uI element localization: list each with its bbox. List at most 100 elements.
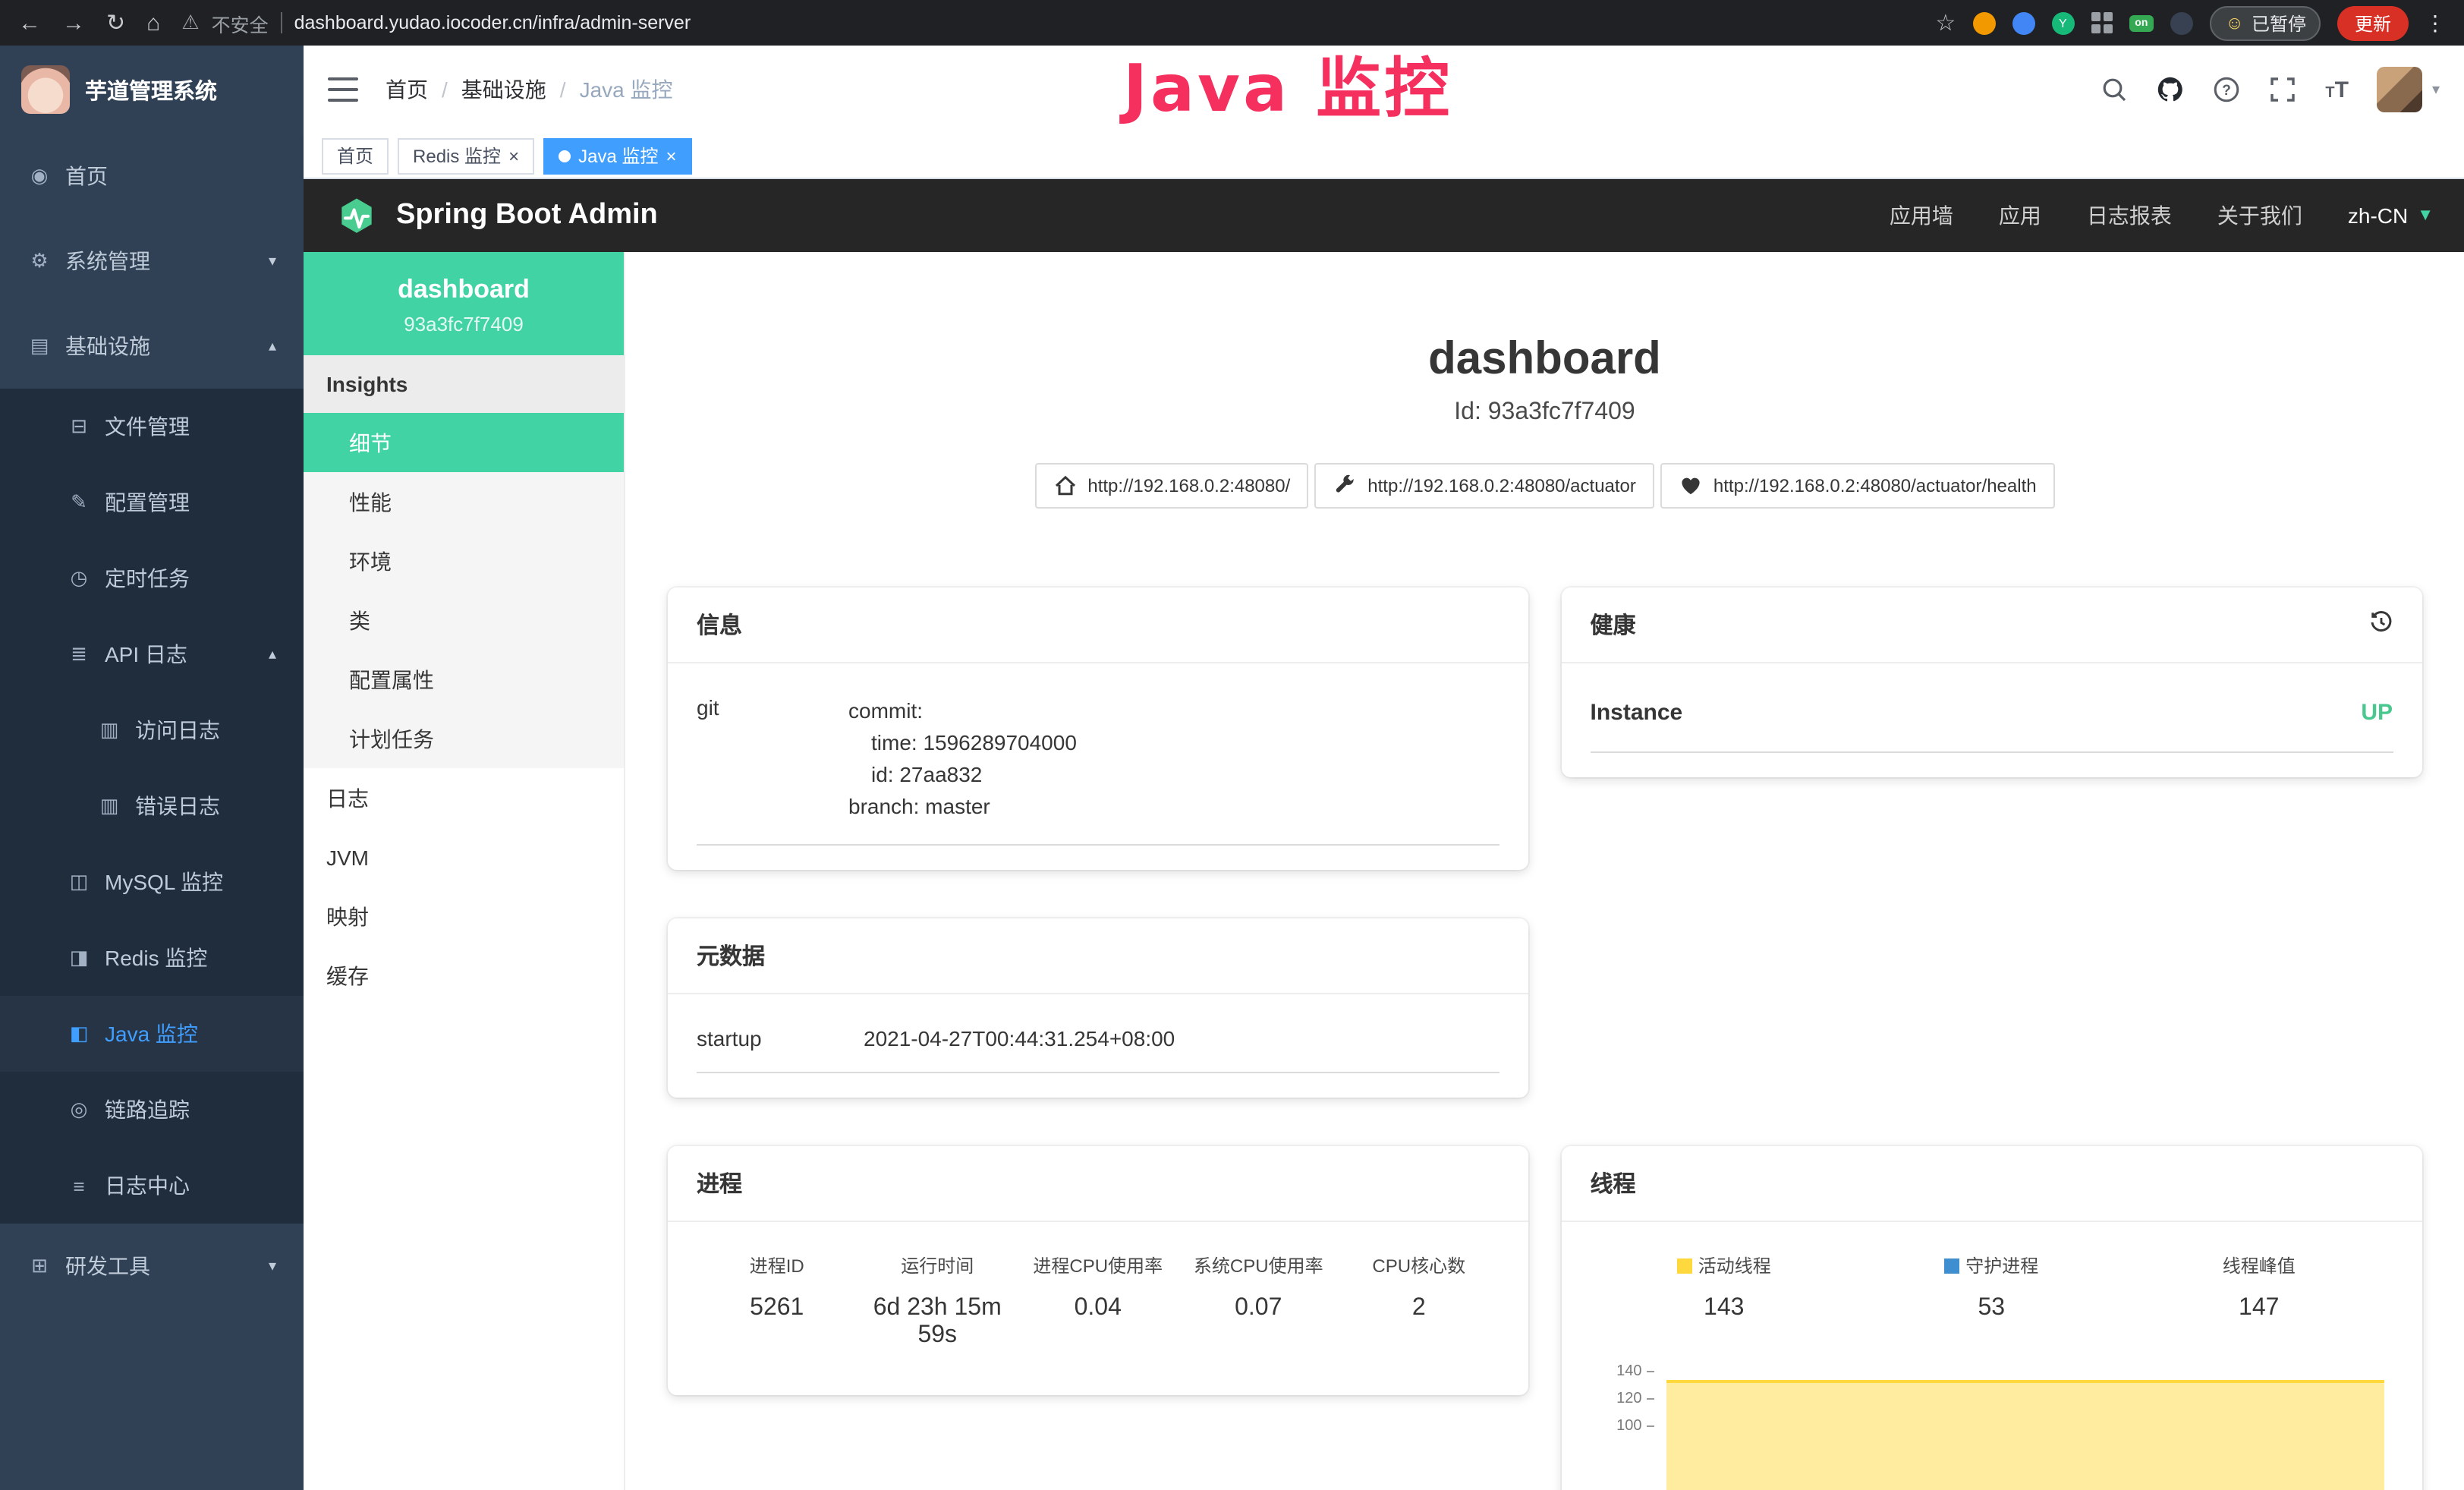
- sidebar-item-java-monitor[interactable]: ◧ Java 监控: [0, 996, 304, 1072]
- sidebar-item-jobs[interactable]: ◷ 定时任务: [0, 540, 304, 616]
- sidebar-item-home[interactable]: ◉ 首页: [0, 134, 304, 219]
- tab-home[interactable]: 首页: [322, 137, 389, 174]
- sidebar-item-api-logs[interactable]: ≣ API 日志 ▴: [0, 616, 304, 692]
- metadata-startup-row: startup 2021-04-27T00:44:31.254+08:00: [697, 1006, 1499, 1073]
- service-url-chip[interactable]: http://192.168.0.2:48080/: [1034, 463, 1308, 509]
- home-icon[interactable]: ⌂: [146, 11, 160, 34]
- sba-item-environment[interactable]: 环境: [304, 531, 624, 591]
- tab-java-monitor[interactable]: Java 监控 ×: [543, 137, 691, 174]
- sba-brand-label: Spring Boot Admin: [396, 199, 658, 232]
- legend-value: 53: [1858, 1295, 2126, 1322]
- stat-label: 运行时间: [858, 1252, 1018, 1278]
- locale-select[interactable]: zh-CN ▼: [2348, 203, 2434, 228]
- bookmark-star-icon[interactable]: ☆: [1935, 9, 1956, 36]
- sba-item-config-props[interactable]: 配置属性: [304, 650, 624, 709]
- profile-chip[interactable]: ☺ 已暂停: [2210, 5, 2321, 40]
- font-size-icon[interactable]: TT: [2325, 77, 2349, 102]
- threads-card-title: 线程: [1562, 1146, 2422, 1222]
- fullscreen-icon[interactable]: [2269, 76, 2296, 103]
- history-icon[interactable]: [2368, 610, 2393, 640]
- screen: ← → ↻ ⌂ ⚠ 不安全 dashboard.yudao.iocoder.cn…: [0, 0, 2464, 1490]
- stat-label: CPU核心数: [1339, 1252, 1499, 1278]
- sba-item-metrics[interactable]: 性能: [304, 472, 624, 531]
- sba-app-header[interactable]: dashboard 93a3fc7f7409: [304, 252, 624, 355]
- extension-icon[interactable]: [1972, 11, 1995, 34]
- search-icon[interactable]: [2101, 76, 2128, 103]
- security-label: 不安全: [212, 8, 269, 37]
- database-icon: ◫: [67, 870, 91, 894]
- close-icon[interactable]: ×: [666, 146, 676, 165]
- sba-item-beans[interactable]: 类: [304, 591, 624, 650]
- sba-main: dashboard Id: 93a3fc7f7409 http://192.16…: [625, 252, 2464, 1490]
- sidebar-item-config[interactable]: ✎ 配置管理: [0, 465, 304, 540]
- tab-label: 首页: [337, 143, 373, 169]
- sba-brand[interactable]: Spring Boot Admin: [334, 193, 658, 238]
- sba-item-jvm[interactable]: JVM: [304, 827, 624, 887]
- back-icon[interactable]: ←: [18, 11, 41, 34]
- sba-nav-about[interactable]: 关于我们: [2217, 200, 2302, 231]
- legend-label: 线程峰值: [2223, 1252, 2296, 1278]
- health-url-chip[interactable]: http://192.168.0.2:48080/actuator/health: [1660, 463, 2055, 509]
- sidebar-item-files[interactable]: ⊟ 文件管理: [0, 389, 304, 465]
- sidebar-item-dev-tools[interactable]: ⊞ 研发工具 ▾: [0, 1224, 304, 1309]
- clock-icon: ◷: [67, 566, 91, 591]
- breadcrumb-separator: /: [442, 77, 448, 102]
- sidebar-item-infra[interactable]: ▤ 基础设施 ▴: [0, 304, 304, 389]
- sba-group-insights[interactable]: Insights: [304, 355, 624, 413]
- github-icon[interactable]: [2157, 76, 2184, 103]
- sba-item-mappings[interactable]: 映射: [304, 887, 624, 946]
- browser-menu-icon[interactable]: ⋮: [2425, 10, 2446, 36]
- close-icon[interactable]: ×: [508, 146, 519, 165]
- forward-icon[interactable]: →: [62, 11, 85, 34]
- sba-item-logs[interactable]: 日志: [304, 768, 624, 827]
- topbar: 首页 / 基础设施 / Java 监控 ? TT ▾: [304, 46, 2464, 134]
- instance-title: dashboard: [668, 334, 2422, 386]
- list-icon: ≡: [67, 1174, 91, 1197]
- sidebar-item-log-center[interactable]: ≡ 日志中心: [0, 1148, 304, 1224]
- sba-item-details[interactable]: 细节: [304, 413, 624, 472]
- user-menu[interactable]: ▾: [2377, 67, 2440, 112]
- caret-down-icon: ▾: [2432, 81, 2440, 98]
- sba-nav-journal[interactable]: 日志报表: [2087, 200, 2172, 231]
- address-bar[interactable]: ⚠ 不安全 dashboard.yudao.iocoder.cn/infra/a…: [181, 8, 691, 37]
- sidebar-item-tracing[interactable]: ◎ 链路追踪: [0, 1072, 304, 1148]
- sidebar-item-redis[interactable]: ◨ Redis 监控: [0, 920, 304, 996]
- actuator-url-chip[interactable]: http://192.168.0.2:48080/actuator: [1314, 463, 1654, 509]
- app-logo-row[interactable]: 芋道管理系统: [0, 46, 304, 134]
- sba-item-caches[interactable]: 缓存: [304, 946, 624, 1005]
- sidebar-item-label: MySQL 监控: [105, 867, 223, 897]
- extension-icon[interactable]: [2012, 11, 2034, 34]
- help-icon[interactable]: ?: [2213, 76, 2240, 103]
- tab-redis-monitor[interactable]: Redis 监控 ×: [398, 137, 534, 174]
- extension-icon[interactable]: Y: [2051, 11, 2074, 34]
- breadcrumb-infra[interactable]: 基础设施: [461, 74, 546, 105]
- chevron-up-icon: ▴: [269, 338, 276, 354]
- smiley-icon: ☺: [2225, 12, 2244, 33]
- update-button[interactable]: 更新: [2338, 5, 2408, 40]
- app-title: 芋道管理系统: [85, 74, 217, 106]
- status-badge: UP: [2361, 700, 2393, 726]
- process-card: 进程 进程ID 5261 运行时间: [668, 1146, 1528, 1395]
- sidebar-item-mysql[interactable]: ◫ MySQL 监控: [0, 844, 304, 920]
- sba-item-scheduled-tasks[interactable]: 计划任务: [304, 709, 624, 768]
- git-id-line: id: 27aa832: [848, 759, 1077, 791]
- breadcrumb-current: Java 监控: [580, 74, 673, 105]
- breadcrumb-home[interactable]: 首页: [385, 74, 428, 105]
- extension-on-badge[interactable]: on: [2129, 14, 2154, 31]
- sidebar-item-error-logs[interactable]: ▥ 错误日志: [0, 768, 304, 844]
- reload-icon[interactable]: ↻: [106, 11, 125, 34]
- sidebar-item-access-logs[interactable]: ▥ 访问日志: [0, 692, 304, 768]
- extension-icon[interactable]: [2170, 11, 2193, 34]
- sba-nav-wallboard[interactable]: 应用墙: [1890, 200, 1953, 231]
- y-axis-tick: 140: [1591, 1365, 1654, 1380]
- sba-nav-applications[interactable]: 应用: [1999, 200, 2041, 231]
- url-text: dashboard.yudao.iocoder.cn/infra/admin-s…: [294, 12, 691, 33]
- file-icon: ⊟: [67, 414, 91, 439]
- process-stats: 进程ID 5261 运行时间 6d 23h 15m 59s: [697, 1234, 1499, 1371]
- stat-label: 进程ID: [697, 1252, 858, 1278]
- sidebar-item-system[interactable]: ⚙ 系统管理 ▾: [0, 219, 304, 304]
- hamburger-icon[interactable]: [328, 77, 358, 102]
- health-card-title: 健康: [1591, 609, 1636, 641]
- house-icon: [1053, 474, 1077, 498]
- apps-grid-icon[interactable]: [2091, 12, 2112, 33]
